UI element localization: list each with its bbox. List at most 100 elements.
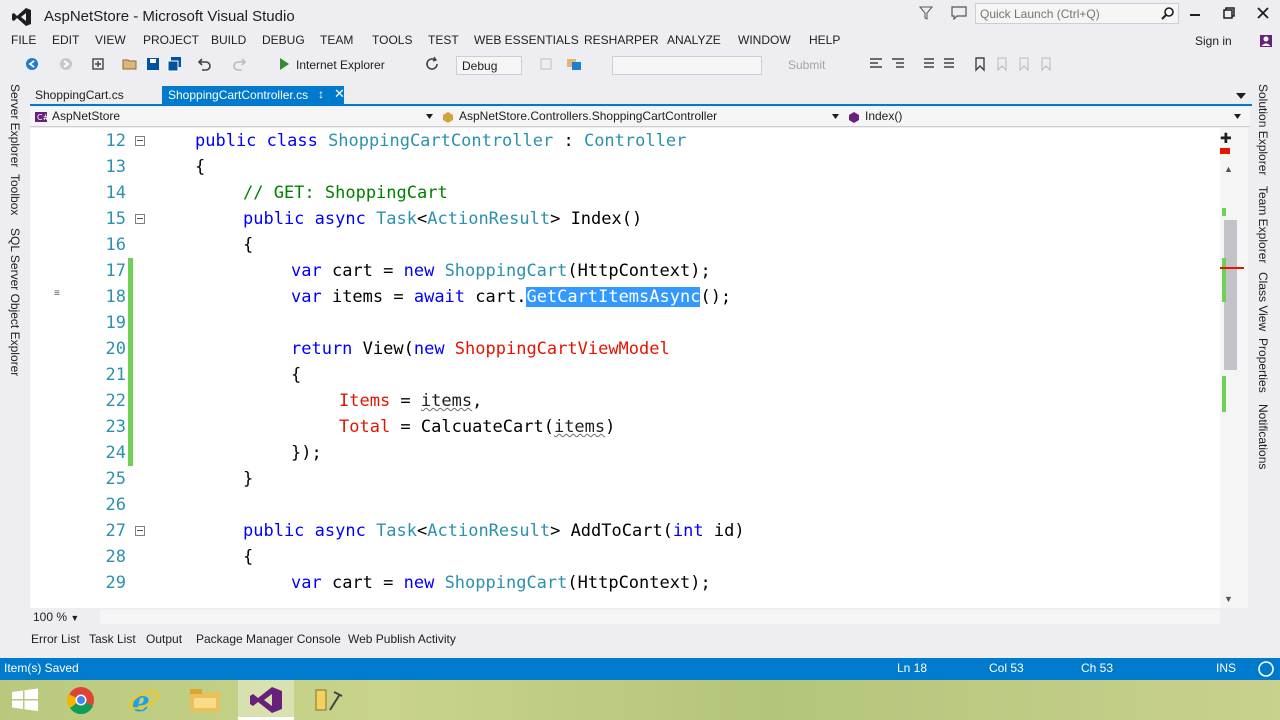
member-dropdown[interactable]: Index() [865,109,902,123]
code-line[interactable]: 29 var cart = new ShoppingCart(HttpContex… [30,570,1248,596]
feedback-icon[interactable] [951,6,967,20]
menu-build[interactable]: BUILD [211,33,246,47]
redo-icon[interactable] [232,56,248,72]
close-tab-icon[interactable]: ✕ [334,86,345,102]
save-all-icon[interactable] [167,56,183,72]
code-line[interactable]: 18 var items = await cart.GetCartItemsAsy… [30,284,1248,310]
sign-in-link[interactable]: Sign in [1195,34,1232,48]
code-text[interactable]: public class ShoppingCartController : Co… [195,128,686,154]
code-text[interactable]: var cart = new ShoppingCart(HttpContext)… [291,570,711,596]
tab-task-list[interactable]: Task List [89,632,136,646]
code-line[interactable]: 27 public async Task<ActionResult> AddToC… [30,518,1248,544]
error-marker[interactable] [1220,148,1230,154]
class-dropdown[interactable]: AspNetStore.Controllers.ShoppingCartCont… [459,109,717,123]
restore-icon[interactable] [1222,6,1236,20]
tab-error-list[interactable]: Error List [31,632,80,646]
pin-icon[interactable]: ↕ [318,87,324,101]
chevron-down-icon[interactable] [1234,114,1241,119]
new-project-icon[interactable] [90,56,106,72]
split-window-icon[interactable]: ✚ [1220,130,1232,147]
code-line[interactable]: 25} [30,466,1248,492]
code-text[interactable]: { [243,544,253,570]
code-line[interactable]: 13 { [30,154,1248,180]
tab-package-manager-console[interactable]: Package Manager Console [196,632,341,646]
code-text[interactable]: public async Task<ActionResult> Index() [243,206,642,232]
start-icon[interactable] [0,684,50,716]
code-line[interactable]: 28 { [30,544,1248,570]
code-line[interactable]: 17 var cart = new ShoppingCart(HttpContex… [30,258,1248,284]
menu-view[interactable]: VIEW [95,33,126,47]
code-text[interactable]: { [195,154,205,180]
notification-filter-icon[interactable] [919,6,933,20]
menu-edit[interactable]: EDIT [52,33,79,47]
chevron-down-icon[interactable] [426,114,433,119]
menu-tools[interactable]: TOOLS [372,33,412,47]
code-text[interactable]: // GET: ShoppingCart [243,180,448,206]
chrome-icon[interactable] [56,684,106,716]
code-text[interactable]: Items = items, [339,388,482,414]
file-explorer-icon[interactable] [180,684,230,716]
close-icon[interactable] [1256,6,1270,20]
scroll-down-icon[interactable]: ▼ [1224,594,1233,604]
outdent-icon[interactable] [890,56,906,72]
code-text[interactable]: { [243,232,253,258]
code-line[interactable]: 16 { [30,232,1248,258]
bookmark-icon[interactable] [972,56,988,72]
refresh-icon[interactable] [424,56,440,72]
tab-shoppingcart-cs[interactable]: ShoppingCart.cs [30,86,129,104]
code-line[interactable]: 23 Total = CalcuateCart(items) [30,414,1248,440]
menu-project[interactable]: PROJECT [143,33,199,47]
minimize-icon[interactable] [1188,6,1202,20]
start-debugging-icon[interactable] [276,56,292,72]
uncomment-lines-icon[interactable] [942,56,958,72]
menu-analyze[interactable]: ANALYZE [667,33,721,47]
quick-launch-input[interactable] [980,6,1155,22]
code-line[interactable]: 15 public async Task<ActionResult> Index(… [30,206,1248,232]
run-target-label[interactable]: Internet Explorer [296,58,385,72]
solution-explorer-tab[interactable]: Solution Explorer [1256,84,1270,175]
code-line[interactable]: 21 { [30,362,1248,388]
menu-web-essentials[interactable]: WEB ESSENTIALS [474,33,579,47]
forward-icon[interactable] [58,56,74,72]
toolbox-tab[interactable]: Toolbox [8,174,22,215]
notifications-tab[interactable]: Notifications [1256,404,1270,469]
code-line[interactable]: 14 // GET: ShoppingCart [30,180,1248,206]
scroll-up-icon[interactable]: ▲ [1224,164,1233,174]
menu-test[interactable]: TEST [428,33,459,47]
chevron-down-icon[interactable]: ▼ [70,613,79,623]
code-line[interactable]: 20 return View(new ShoppingCartViewModel [30,336,1248,362]
menu-team[interactable]: TEAM [320,33,353,47]
undo-icon[interactable] [196,56,212,72]
menu-window[interactable]: WINDOW [738,33,791,47]
code-line[interactable]: 22 Items = items, [30,388,1248,414]
tab-web-publish-activity[interactable]: Web Publish Activity [348,632,456,646]
code-text[interactable]: { [291,362,301,388]
team-explorer-tab[interactable]: Team Explorer [1256,186,1270,263]
configuration-dropdown[interactable]: Debug [456,56,522,75]
browser-link-icon[interactable] [566,56,582,72]
menu-help[interactable]: HELP [809,33,840,47]
code-text[interactable]: return View(new ShoppingCartViewModel [291,336,670,362]
code-text[interactable]: Total = CalcuateCart(items) [339,414,615,440]
comment-lines-icon[interactable] [920,56,936,72]
tab-shoppingcartcontroller-cs[interactable]: ShoppingCartController.cs ↕ ✕ [162,86,345,106]
code-text[interactable]: } [243,466,253,492]
open-file-icon[interactable] [122,56,138,72]
collapse-icon[interactable] [135,214,145,224]
zoom-level[interactable]: 100 % ▼ [33,610,79,624]
properties-tab[interactable]: Properties [1256,338,1270,393]
tools-icon[interactable] [304,684,354,716]
search-icon[interactable] [1161,7,1174,20]
code-text[interactable]: }); [291,440,322,466]
platform-dropdown[interactable] [612,56,762,75]
code-line[interactable]: 19 [30,310,1248,336]
code-text[interactable]: var cart = new ShoppingCart(HttpContext)… [291,258,711,284]
code-line[interactable]: 26 [30,492,1248,518]
menu-resharper[interactable]: RESHARPER [584,33,659,47]
vertical-scrollbar[interactable]: ✚ ▲ ▼ [1220,128,1248,608]
quick-launch-box[interactable] [975,3,1179,24]
submit-button[interactable]: Submit [788,58,825,72]
menu-debug[interactable]: DEBUG [262,33,305,47]
sql-server-object-explorer-tab[interactable]: SQL Server Object Explorer [8,228,22,376]
tab-overflow-icon[interactable] [1236,92,1246,100]
